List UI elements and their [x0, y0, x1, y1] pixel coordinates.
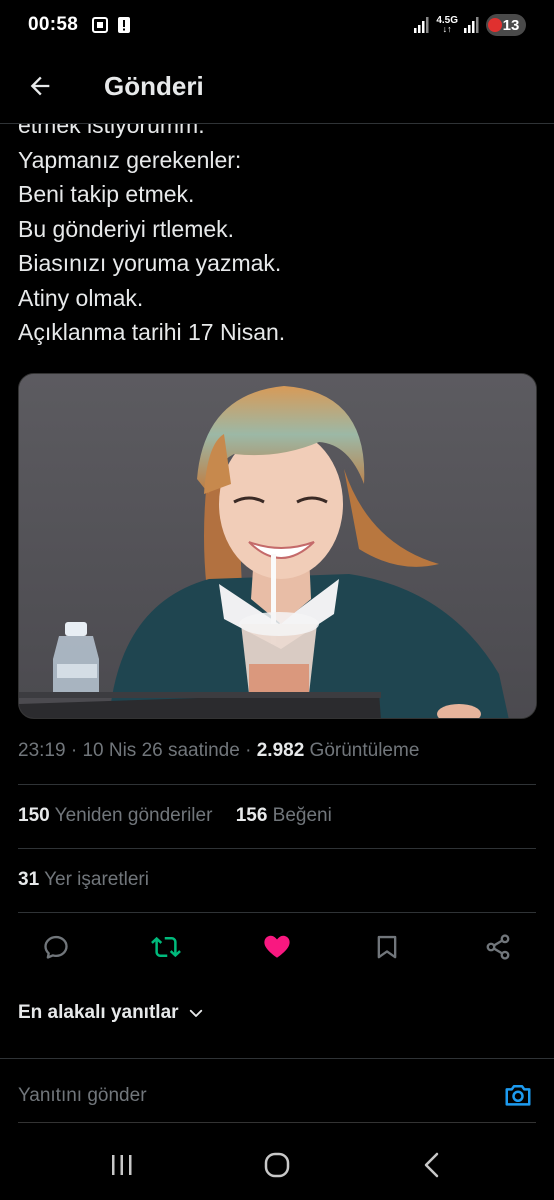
- views-label: Görüntüleme: [309, 740, 420, 761]
- tweet-line: Atiny olmak.: [18, 284, 144, 311]
- bookmarks-count: 31: [18, 869, 40, 890]
- reply-input[interactable]: Yanıtını gönder: [18, 1085, 147, 1107]
- divider: [18, 848, 536, 849]
- reposts-label: Yeniden gönderiler: [54, 805, 213, 826]
- bookmarks-label: Yer işaretleri: [44, 869, 149, 890]
- camera-button[interactable]: [502, 1079, 534, 1111]
- app-header: Gönderi: [0, 52, 554, 124]
- signal-icon: [414, 17, 429, 33]
- home-button[interactable]: [257, 1150, 297, 1180]
- retweet-icon: [151, 936, 181, 958]
- camera-icon: [505, 1085, 531, 1106]
- reply-button[interactable]: [35, 926, 77, 968]
- reply-sort-label: En alakalı yanıtlar: [18, 1002, 179, 1023]
- tweet-time: 23:19: [18, 740, 66, 761]
- page-title: Gönderi: [104, 71, 204, 101]
- tweet-photo[interactable]: [18, 373, 537, 719]
- system-nav-bar: [0, 1130, 554, 1200]
- stats-row: 150 Yeniden gönderiler 156 Beğeni: [18, 805, 350, 827]
- share-icon: [486, 934, 510, 960]
- share-button[interactable]: [477, 926, 519, 968]
- views-count: 2.982: [256, 740, 305, 761]
- heart-icon: [264, 935, 290, 958]
- photo-illustration: [19, 374, 536, 718]
- tweet-text: etmek istiyorumm. Yapmanız gerekenler: B…: [18, 108, 538, 350]
- arrow-left-icon: [30, 76, 50, 96]
- stats-row: 31 Yer işaretleri: [18, 869, 167, 891]
- chevron-down-icon: [189, 1009, 202, 1017]
- status-right: 4.5G ↓↑ 13: [414, 14, 526, 36]
- signal-icon: [464, 17, 479, 33]
- likes-label: Beğeni: [272, 805, 332, 826]
- reply-sort-dropdown[interactable]: En alakalı yanıtlar: [18, 1002, 205, 1024]
- battery-saver-icon: [488, 18, 502, 32]
- reply-composer: Yanıtını gönder: [0, 1058, 554, 1124]
- back-nav-button[interactable]: [412, 1150, 452, 1180]
- tweet-line: Beni takip etmek.: [18, 181, 195, 207]
- likes-stat[interactable]: 156 Beğeni: [236, 805, 332, 826]
- bookmarks-stat[interactable]: 31 Yer işaretleri: [18, 869, 149, 890]
- divider: [18, 912, 536, 913]
- battery-level: 13: [502, 16, 520, 34]
- bookmark-button[interactable]: [366, 926, 408, 968]
- recents-icon: [112, 1155, 132, 1175]
- tweet-line: Açıklanma tarihi 17 Nisan.: [18, 319, 286, 345]
- reposts-stat[interactable]: 150 Yeniden gönderiler: [18, 805, 212, 826]
- tweet-line: Yapmanız gerekenler:: [18, 146, 242, 173]
- meta-separator: ·: [239, 740, 257, 761]
- back-icon: [424, 1152, 439, 1178]
- reposts-count: 150: [18, 805, 50, 826]
- reply-underline: [18, 1122, 536, 1123]
- action-bar: [0, 926, 554, 968]
- home-icon: [264, 1152, 290, 1178]
- divider: [18, 784, 536, 785]
- likes-count: 156: [235, 805, 268, 826]
- like-button[interactable]: [256, 926, 298, 968]
- recents-button[interactable]: [102, 1150, 142, 1180]
- back-button[interactable]: [22, 68, 58, 104]
- tweet-date: 10 Nis 26 saatinde: [82, 740, 240, 761]
- tweet-line: Biasınızı yoruma yazmak.: [18, 250, 282, 276]
- status-time: 00:58: [28, 14, 79, 35]
- alert-icon: [118, 17, 130, 33]
- reply-icon: [44, 935, 68, 959]
- screenshot-icon: [92, 17, 108, 33]
- tweet-line: Bu gönderiyi rtlemek.: [18, 215, 235, 242]
- meta-separator: ·: [65, 740, 83, 761]
- bookmark-icon: [377, 935, 397, 959]
- tweet-meta: 23:19 · 10 Nis 26 saatinde · 2.982 Görün…: [18, 740, 419, 762]
- network-type: 4.5G ↓↑: [436, 15, 458, 34]
- retweet-button[interactable]: [145, 926, 187, 968]
- battery-indicator: 13: [486, 14, 526, 36]
- status-bar: 00:58 4.5G ↓↑ 13: [0, 0, 554, 52]
- status-left-icons: [92, 15, 132, 35]
